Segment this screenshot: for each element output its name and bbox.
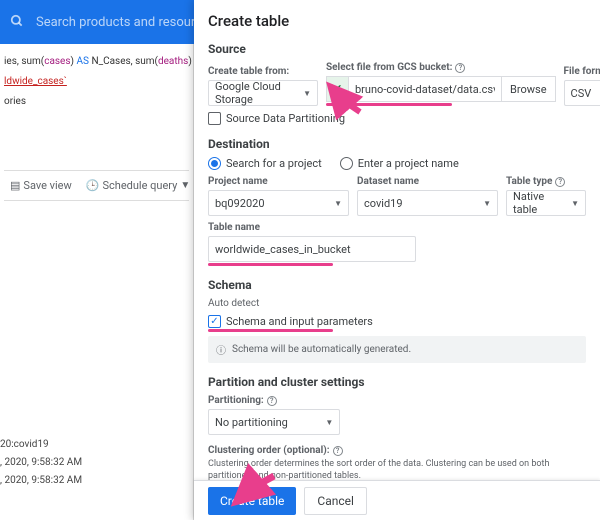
clustering-label: Clustering order (optional): ? [208, 445, 586, 456]
browse-button[interactable]: Browse [502, 76, 556, 102]
radio-enter-project[interactable]: Enter a project name [340, 157, 459, 170]
gcs-file-input[interactable] [348, 76, 502, 102]
partition-heading: Partition and cluster settings [208, 375, 586, 389]
job-row: , 2020, 9:58:32 AM [0, 472, 82, 490]
table-name-input[interactable] [208, 236, 416, 262]
query-toolbar: ▤ Save view 🕒 Schedule query ▼ ✿ More ▼ [4, 170, 189, 201]
chevron-down-icon: ▼ [334, 199, 342, 208]
search-placeholder[interactable]: Search products and resources [36, 15, 216, 30]
editor-background: ies, sum(cases) AS N_Cases, sum(deaths) … [0, 44, 194, 520]
partitioning-select[interactable]: No partitioning▼ [208, 409, 340, 435]
chevron-down-icon: ▼ [571, 199, 579, 208]
partitioning-label: Partitioning: ? [208, 395, 586, 406]
search-icon[interactable] [10, 13, 24, 32]
chevron-down-icon: ▼ [325, 418, 333, 427]
project-name-label: Project name [208, 176, 349, 187]
table-type-label: Table type ? [506, 176, 586, 187]
table-type-select[interactable]: Native table▼ [506, 190, 586, 216]
create-from-label: Create table from: [208, 66, 318, 77]
source-heading: Source [208, 42, 586, 56]
sql-line-3: ories [4, 94, 189, 110]
job-row: 20:covid19 [0, 436, 82, 454]
schema-autodetect-checkbox[interactable]: ✓Schema and input parameters [208, 315, 586, 328]
sql-line-1: ies, sum(cases) AS N_Cases, sum(deaths) … [4, 54, 189, 70]
file-format-select[interactable]: CSV▼ [564, 80, 600, 106]
dataset-name-select[interactable]: covid19▼ [357, 190, 498, 216]
gcs-valid-icon: ✓ [326, 76, 348, 102]
info-icon: ⓘ [216, 342, 226, 357]
schedule-query-button[interactable]: 🕒 Schedule query ▼ [82, 177, 194, 194]
job-history: 20:covid19 , 2020, 9:58:32 AM , 2020, 9:… [0, 436, 82, 490]
chevron-down-icon: ▼ [483, 199, 491, 208]
auto-detect-label: Auto detect [208, 298, 586, 309]
create-table-panel: Create table Source Create table from: G… [194, 0, 600, 520]
radio-search-project[interactable]: Search for a project [208, 157, 322, 170]
clustering-hint: Clustering order determines the sort ord… [208, 459, 586, 482]
destination-heading: Destination [208, 137, 586, 151]
project-name-select[interactable]: bq092020▼ [208, 190, 349, 216]
cancel-button[interactable]: Cancel [304, 487, 367, 515]
help-icon[interactable]: ? [555, 177, 565, 187]
table-name-label: Table name [208, 222, 586, 233]
panel-footer: Create table Cancel [194, 480, 600, 520]
file-format-label: File format: [564, 66, 600, 77]
source-partitioning-checkbox[interactable]: Source Data Partitioning [208, 112, 586, 125]
schema-info: ⓘSchema will be automatically generated. [208, 336, 586, 363]
job-row: , 2020, 9:58:32 AM [0, 454, 82, 472]
gcs-file-label: Select file from GCS bucket:? [326, 62, 556, 73]
chevron-down-icon: ▼ [303, 89, 311, 98]
help-icon[interactable]: ? [333, 446, 343, 456]
create-from-select[interactable]: Google Cloud Storage▼ [208, 80, 318, 106]
schema-heading: Schema [208, 278, 586, 292]
help-icon[interactable]: ? [267, 396, 277, 406]
help-icon[interactable]: ? [455, 63, 465, 73]
save-view-button[interactable]: ▤ Save view [6, 177, 76, 194]
panel-title: Create table [208, 12, 586, 30]
create-table-button[interactable]: Create table [208, 487, 296, 515]
dataset-name-label: Dataset name [357, 176, 498, 187]
sql-line-2: ldwide_cases` [4, 74, 189, 90]
